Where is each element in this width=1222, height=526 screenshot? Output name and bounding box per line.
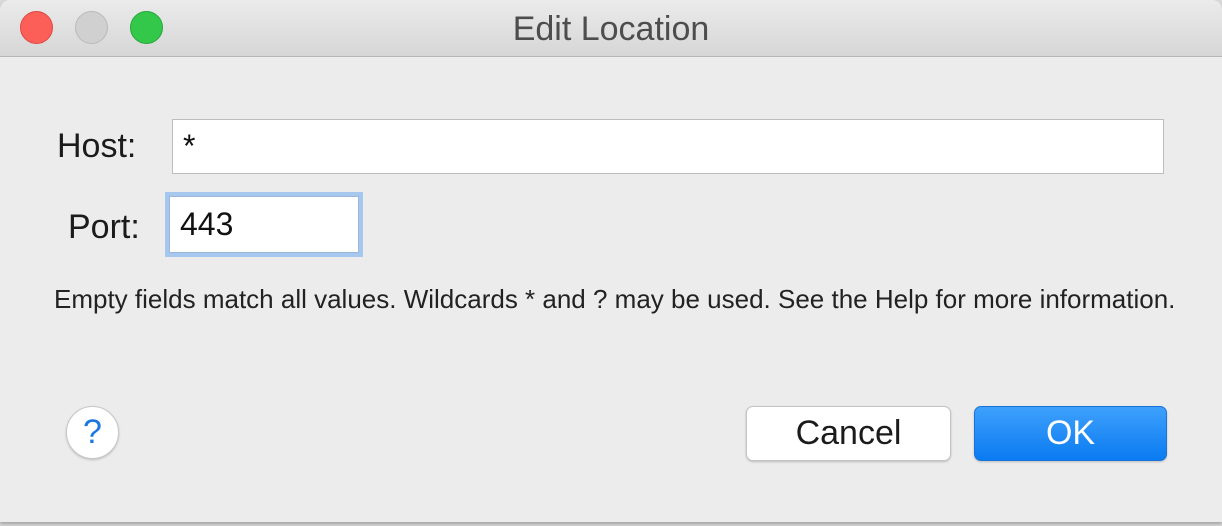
port-input[interactable] — [169, 196, 359, 253]
window-title: Edit Location — [512, 10, 710, 48]
cancel-button[interactable]: Cancel — [746, 406, 951, 461]
title-bar[interactable]: Edit Location — [0, 0, 1222, 57]
help-button[interactable]: ? — [66, 406, 119, 459]
port-label: Port: — [68, 208, 140, 246]
host-label: Host: — [57, 127, 137, 165]
host-input[interactable] — [172, 119, 1164, 174]
ok-button[interactable]: OK — [974, 406, 1167, 461]
help-text: Empty fields match all values. Wildcards… — [54, 284, 1176, 314]
question-mark-icon: ? — [83, 413, 102, 451]
edit-location-dialog: Edit Location Host: Port: Empty fields m… — [0, 0, 1222, 522]
